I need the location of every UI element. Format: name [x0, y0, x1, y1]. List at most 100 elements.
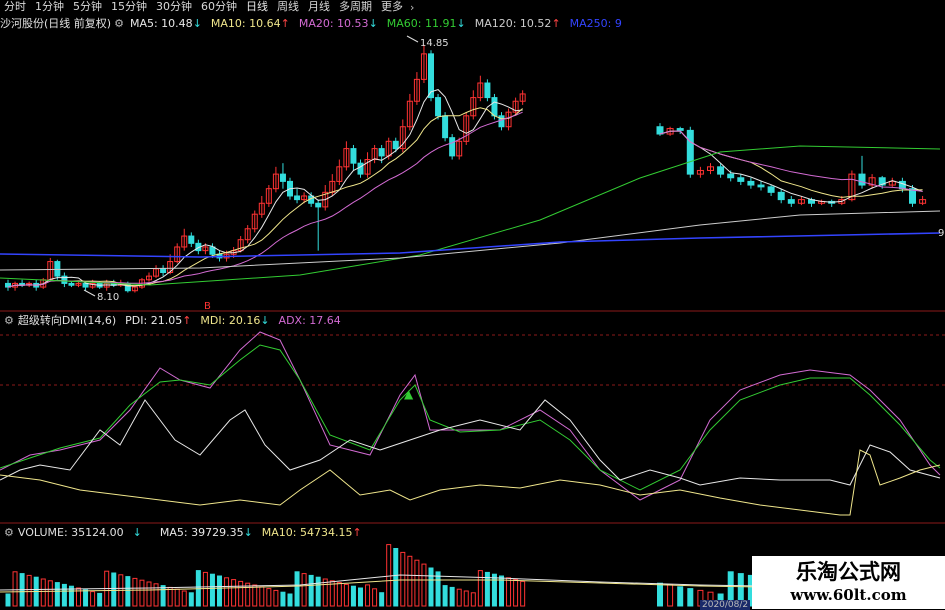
- volume-bar: [506, 577, 512, 607]
- volume-bar: [238, 580, 244, 607]
- volume-bar: [463, 590, 469, 607]
- volume-bar: [343, 583, 349, 607]
- volume-bar: [12, 571, 18, 607]
- volume-bar: [188, 592, 194, 607]
- candle-body: [357, 162, 364, 175]
- volume-bar: [657, 582, 663, 607]
- watermark-logo: 乐淘公式网 www.60lt.com: [752, 556, 945, 609]
- volume-bar: [153, 583, 159, 607]
- volume-bar: [435, 571, 441, 607]
- dmi-signal-line: [0, 344, 941, 491]
- volume-bar: [442, 585, 448, 607]
- candle-body: [717, 166, 725, 175]
- volume-bar: [421, 563, 427, 607]
- candle-body: [315, 202, 322, 208]
- volume-bar: [386, 544, 392, 607]
- volume-bar: [379, 592, 385, 607]
- volume-bar: [358, 587, 363, 607]
- volume-bar: [687, 588, 694, 607]
- candle-body: [767, 186, 775, 193]
- volume-bar: [5, 593, 11, 607]
- volume-bar: [372, 588, 378, 607]
- candle-body: [737, 177, 745, 182]
- volume-bar: [252, 584, 258, 607]
- candle-body: [435, 97, 442, 117]
- candle-body: [484, 82, 491, 99]
- volume-bar: [470, 592, 476, 607]
- volume-bar: [294, 571, 300, 607]
- volume-bar: [280, 591, 286, 607]
- candle-body: [392, 140, 399, 150]
- candle-body: [160, 268, 167, 273]
- volume-bar: [287, 593, 293, 607]
- volume-bar: [146, 581, 152, 607]
- candle-body: [68, 282, 75, 286]
- volume-bar: [160, 585, 166, 607]
- candle-body: [188, 235, 195, 244]
- volume-bar: [477, 570, 483, 607]
- adx-line: [0, 331, 941, 501]
- volume-bar: [111, 572, 117, 607]
- high-label: 14.85: [420, 38, 449, 49]
- volume-bar: [40, 578, 46, 607]
- volume-bar: [520, 580, 526, 607]
- volume-bar: [26, 574, 32, 607]
- volume-bar: [83, 589, 89, 607]
- volume-bar: [301, 573, 307, 607]
- candle-body: [747, 180, 755, 186]
- volume-bar: [414, 559, 420, 607]
- ma250-line: [0, 232, 941, 258]
- candle-body: [54, 261, 61, 277]
- watermark-title: 乐淘公式网: [796, 559, 901, 584]
- volume-bar: [393, 548, 399, 607]
- volume-bar: [400, 551, 406, 607]
- volume-bar: [231, 579, 237, 607]
- candle-body: [676, 128, 684, 131]
- candle-body: [294, 195, 301, 201]
- volume-bar: [90, 591, 96, 607]
- volume-bar: [54, 582, 60, 607]
- volume-bar: [209, 573, 215, 607]
- candle-body: [378, 148, 385, 157]
- candle-body: [858, 173, 866, 186]
- volume-bar: [428, 567, 434, 607]
- volume-bar: [47, 580, 53, 607]
- candle-body: [209, 246, 216, 255]
- volume-bar: [202, 571, 208, 607]
- mdi-line: [0, 449, 941, 516]
- volume-bar: [336, 582, 342, 607]
- volume-bar: [315, 576, 321, 607]
- watermark-url: www.60lt.com: [790, 586, 907, 604]
- volume-bar: [667, 584, 674, 607]
- volume-bar: [181, 590, 187, 607]
- volume-bar: [61, 583, 67, 607]
- volume-bar: [350, 585, 356, 607]
- volume-bar: [132, 577, 138, 607]
- volume-bar: [266, 588, 272, 607]
- volume-bar: [245, 582, 251, 607]
- volume-bar: [217, 575, 222, 607]
- volume-bar: [365, 584, 371, 607]
- volume-bar: [491, 573, 497, 607]
- candle-body: [350, 148, 357, 164]
- high-marker-line: [406, 35, 419, 43]
- chart-canvas: 14.85 8.10 9 B ▲: [0, 35, 945, 607]
- volume-bar: [407, 555, 413, 607]
- volume-bar: [224, 577, 230, 607]
- candle-body: [442, 115, 449, 139]
- volume-bar: [125, 576, 131, 607]
- volume-bar: [174, 588, 180, 607]
- volume-bar: [513, 579, 519, 607]
- volume-bar: [456, 588, 462, 607]
- volume-bar: [97, 592, 103, 607]
- candle-body: [777, 191, 785, 201]
- volume-bar: [139, 579, 145, 607]
- volume-bar: [308, 574, 314, 607]
- candle-body: [82, 282, 89, 288]
- candle-body: [757, 184, 765, 188]
- volume-bar: [259, 586, 265, 607]
- volume-bar: [167, 586, 173, 607]
- candle-body: [686, 129, 694, 175]
- volume-bar: [449, 586, 455, 607]
- candle-body: [787, 199, 795, 204]
